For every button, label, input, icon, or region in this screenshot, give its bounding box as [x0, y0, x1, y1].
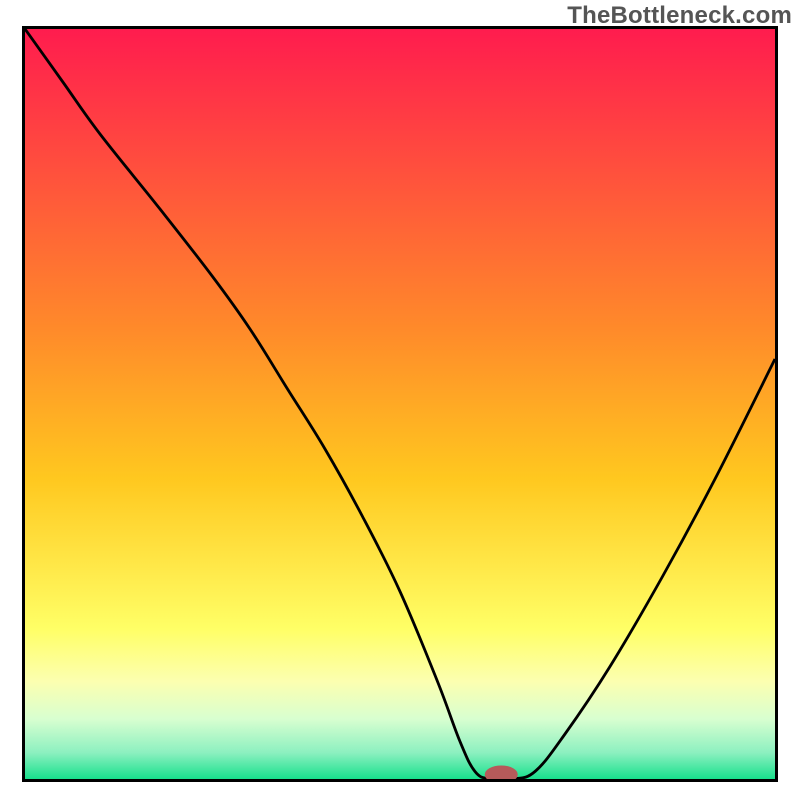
- chart-container: TheBottleneck.com: [0, 0, 800, 800]
- background-gradient: [25, 29, 775, 779]
- plot-area: [22, 26, 778, 782]
- chart-svg: [25, 29, 775, 779]
